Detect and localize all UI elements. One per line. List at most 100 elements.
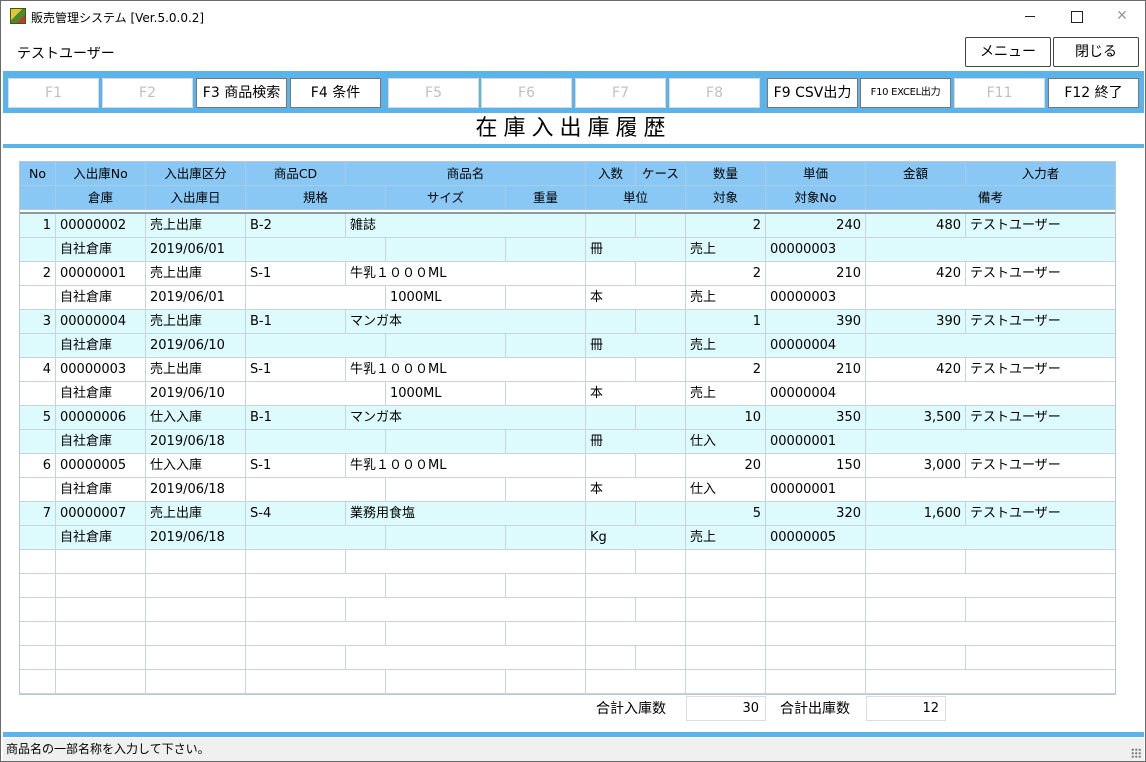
row-no: 2 <box>20 262 56 286</box>
row-product-cd: S-4 <box>246 502 346 526</box>
row-io-kubun: 売上出庫 <box>146 214 246 238</box>
row-unit: 冊 <box>586 238 686 262</box>
current-user: テストユーザー <box>17 46 115 62</box>
fkey-f11-button[interactable]: F11 <box>954 78 1045 108</box>
row-io-no: 00000005 <box>56 454 146 478</box>
row-spec <box>246 430 386 454</box>
empty-cell <box>586 646 636 670</box>
row-note <box>866 526 1115 550</box>
row-target-no: 00000003 <box>766 238 866 262</box>
fkey-f8-button[interactable]: F8 <box>669 78 760 108</box>
header-amount: 金額 <box>866 162 966 186</box>
history-grid[interactable]: No 入出庫No 入出庫区分 商品CD 商品名 入数 ケース 数量 単価 金額 入力者 倉庫 入出庫日規… <box>19 161 1116 695</box>
row-amount: 480 <box>866 214 966 238</box>
row-quantity: 5 <box>686 502 766 526</box>
row-warehouse: 自社倉庫 <box>56 430 146 454</box>
row-io-no: 00000002 <box>56 214 146 238</box>
fkey-f4-button[interactable]: F4 条件 <box>290 78 381 108</box>
total-in-value: 30 <box>686 696 766 721</box>
empty-cell <box>56 622 146 646</box>
row-product-cd: S-1 <box>246 262 346 286</box>
header-product-name: 商品名 <box>346 162 586 186</box>
fkey-f5-button[interactable]: F5 <box>388 78 479 108</box>
empty-cell <box>686 622 766 646</box>
row-unit-price: 150 <box>766 454 866 478</box>
row-amount: 420 <box>866 262 966 286</box>
fkey-f6-button[interactable]: F6 <box>481 78 572 108</box>
row-io-date: 2019/06/18 <box>146 526 246 550</box>
row-io-kubun: 仕入入庫 <box>146 406 246 430</box>
row-io-date: 2019/06/01 <box>146 286 246 310</box>
empty-cell <box>866 598 966 622</box>
empty-cell <box>20 622 56 646</box>
empty-cell <box>636 646 686 670</box>
row-amount: 1,600 <box>866 502 966 526</box>
row-warehouse: 自社倉庫 <box>56 334 146 358</box>
row-no: 7 <box>20 502 56 526</box>
row-quantity: 2 <box>686 358 766 382</box>
row-spec <box>246 334 386 358</box>
fkey-f9-button[interactable]: F9 CSV出力 <box>767 78 858 108</box>
fkey-f10-button[interactable]: F10 EXCEL出力 <box>860 78 951 108</box>
row-size <box>386 238 506 262</box>
row-io-date: 2019/06/10 <box>146 334 246 358</box>
row-product-name: 業務用食塩 <box>346 502 586 526</box>
row-target: 売上 <box>686 286 766 310</box>
fkey-f7-button[interactable]: F7 <box>575 78 666 108</box>
empty-cell <box>866 622 1115 646</box>
row-unit-price: 390 <box>766 310 866 334</box>
title-bar[interactable]: 販売管理システム [Ver.5.0.0.2] ✕ <box>1 1 1145 31</box>
fkey-f12-button[interactable]: F12 終了 <box>1048 78 1139 108</box>
fkey-f2-button[interactable]: F2 <box>102 78 193 108</box>
row-entered-by: テストユーザー <box>966 454 1115 478</box>
fkey-f1-button[interactable]: F1 <box>8 78 99 108</box>
maximize-icon[interactable] <box>1053 1 1099 31</box>
empty-cell <box>586 622 686 646</box>
header-target: 対象 <box>686 186 766 210</box>
header-quantity: 数量 <box>686 162 766 186</box>
total-out-value: 12 <box>866 696 946 721</box>
close-icon[interactable]: ✕ <box>1099 1 1145 31</box>
header-target-no: 対象No <box>766 186 866 210</box>
row-entered-by: テストユーザー <box>966 214 1115 238</box>
row-case <box>636 214 686 238</box>
row-blank <box>20 286 56 310</box>
resize-grip-icon[interactable] <box>1131 748 1141 758</box>
row-weight <box>506 334 586 358</box>
row-entered-by: テストユーザー <box>966 502 1115 526</box>
row-size <box>386 430 506 454</box>
row-irisu <box>586 214 636 238</box>
row-unit: 冊 <box>586 430 686 454</box>
row-io-kubun: 仕入入庫 <box>146 454 246 478</box>
row-blank <box>20 478 56 502</box>
row-weight <box>506 526 586 550</box>
empty-cell <box>146 646 246 670</box>
minimize-icon[interactable] <box>1007 1 1053 31</box>
row-blank <box>20 382 56 406</box>
row-product-name: 牛乳１０００ML <box>346 358 586 382</box>
row-blank <box>20 430 56 454</box>
empty-cell <box>56 598 146 622</box>
row-io-date: 2019/06/18 <box>146 430 246 454</box>
fkey-f3-button[interactable]: F3 商品検索 <box>196 78 287 108</box>
row-weight <box>506 478 586 502</box>
empty-cell <box>386 622 506 646</box>
row-blank <box>20 238 56 262</box>
row-unit-price: 320 <box>766 502 866 526</box>
empty-cell <box>686 646 766 670</box>
row-entered-by: テストユーザー <box>966 262 1115 286</box>
header-io-date: 入出庫日 <box>146 186 246 210</box>
empty-cell <box>246 574 386 598</box>
close-button[interactable]: 閉じる <box>1053 37 1139 67</box>
empty-cell <box>766 598 866 622</box>
row-irisu <box>586 358 636 382</box>
menu-button[interactable]: メニュー <box>965 37 1051 67</box>
window-title: 販売管理システム [Ver.5.0.0.2] <box>31 11 205 25</box>
total-in-label: 合計入庫数 <box>596 701 666 717</box>
row-no: 5 <box>20 406 56 430</box>
empty-cell <box>506 574 586 598</box>
page-title: 在庫入出庫履歴 <box>475 116 672 141</box>
row-warehouse: 自社倉庫 <box>56 238 146 262</box>
row-amount: 3,000 <box>866 454 966 478</box>
row-irisu <box>586 310 636 334</box>
